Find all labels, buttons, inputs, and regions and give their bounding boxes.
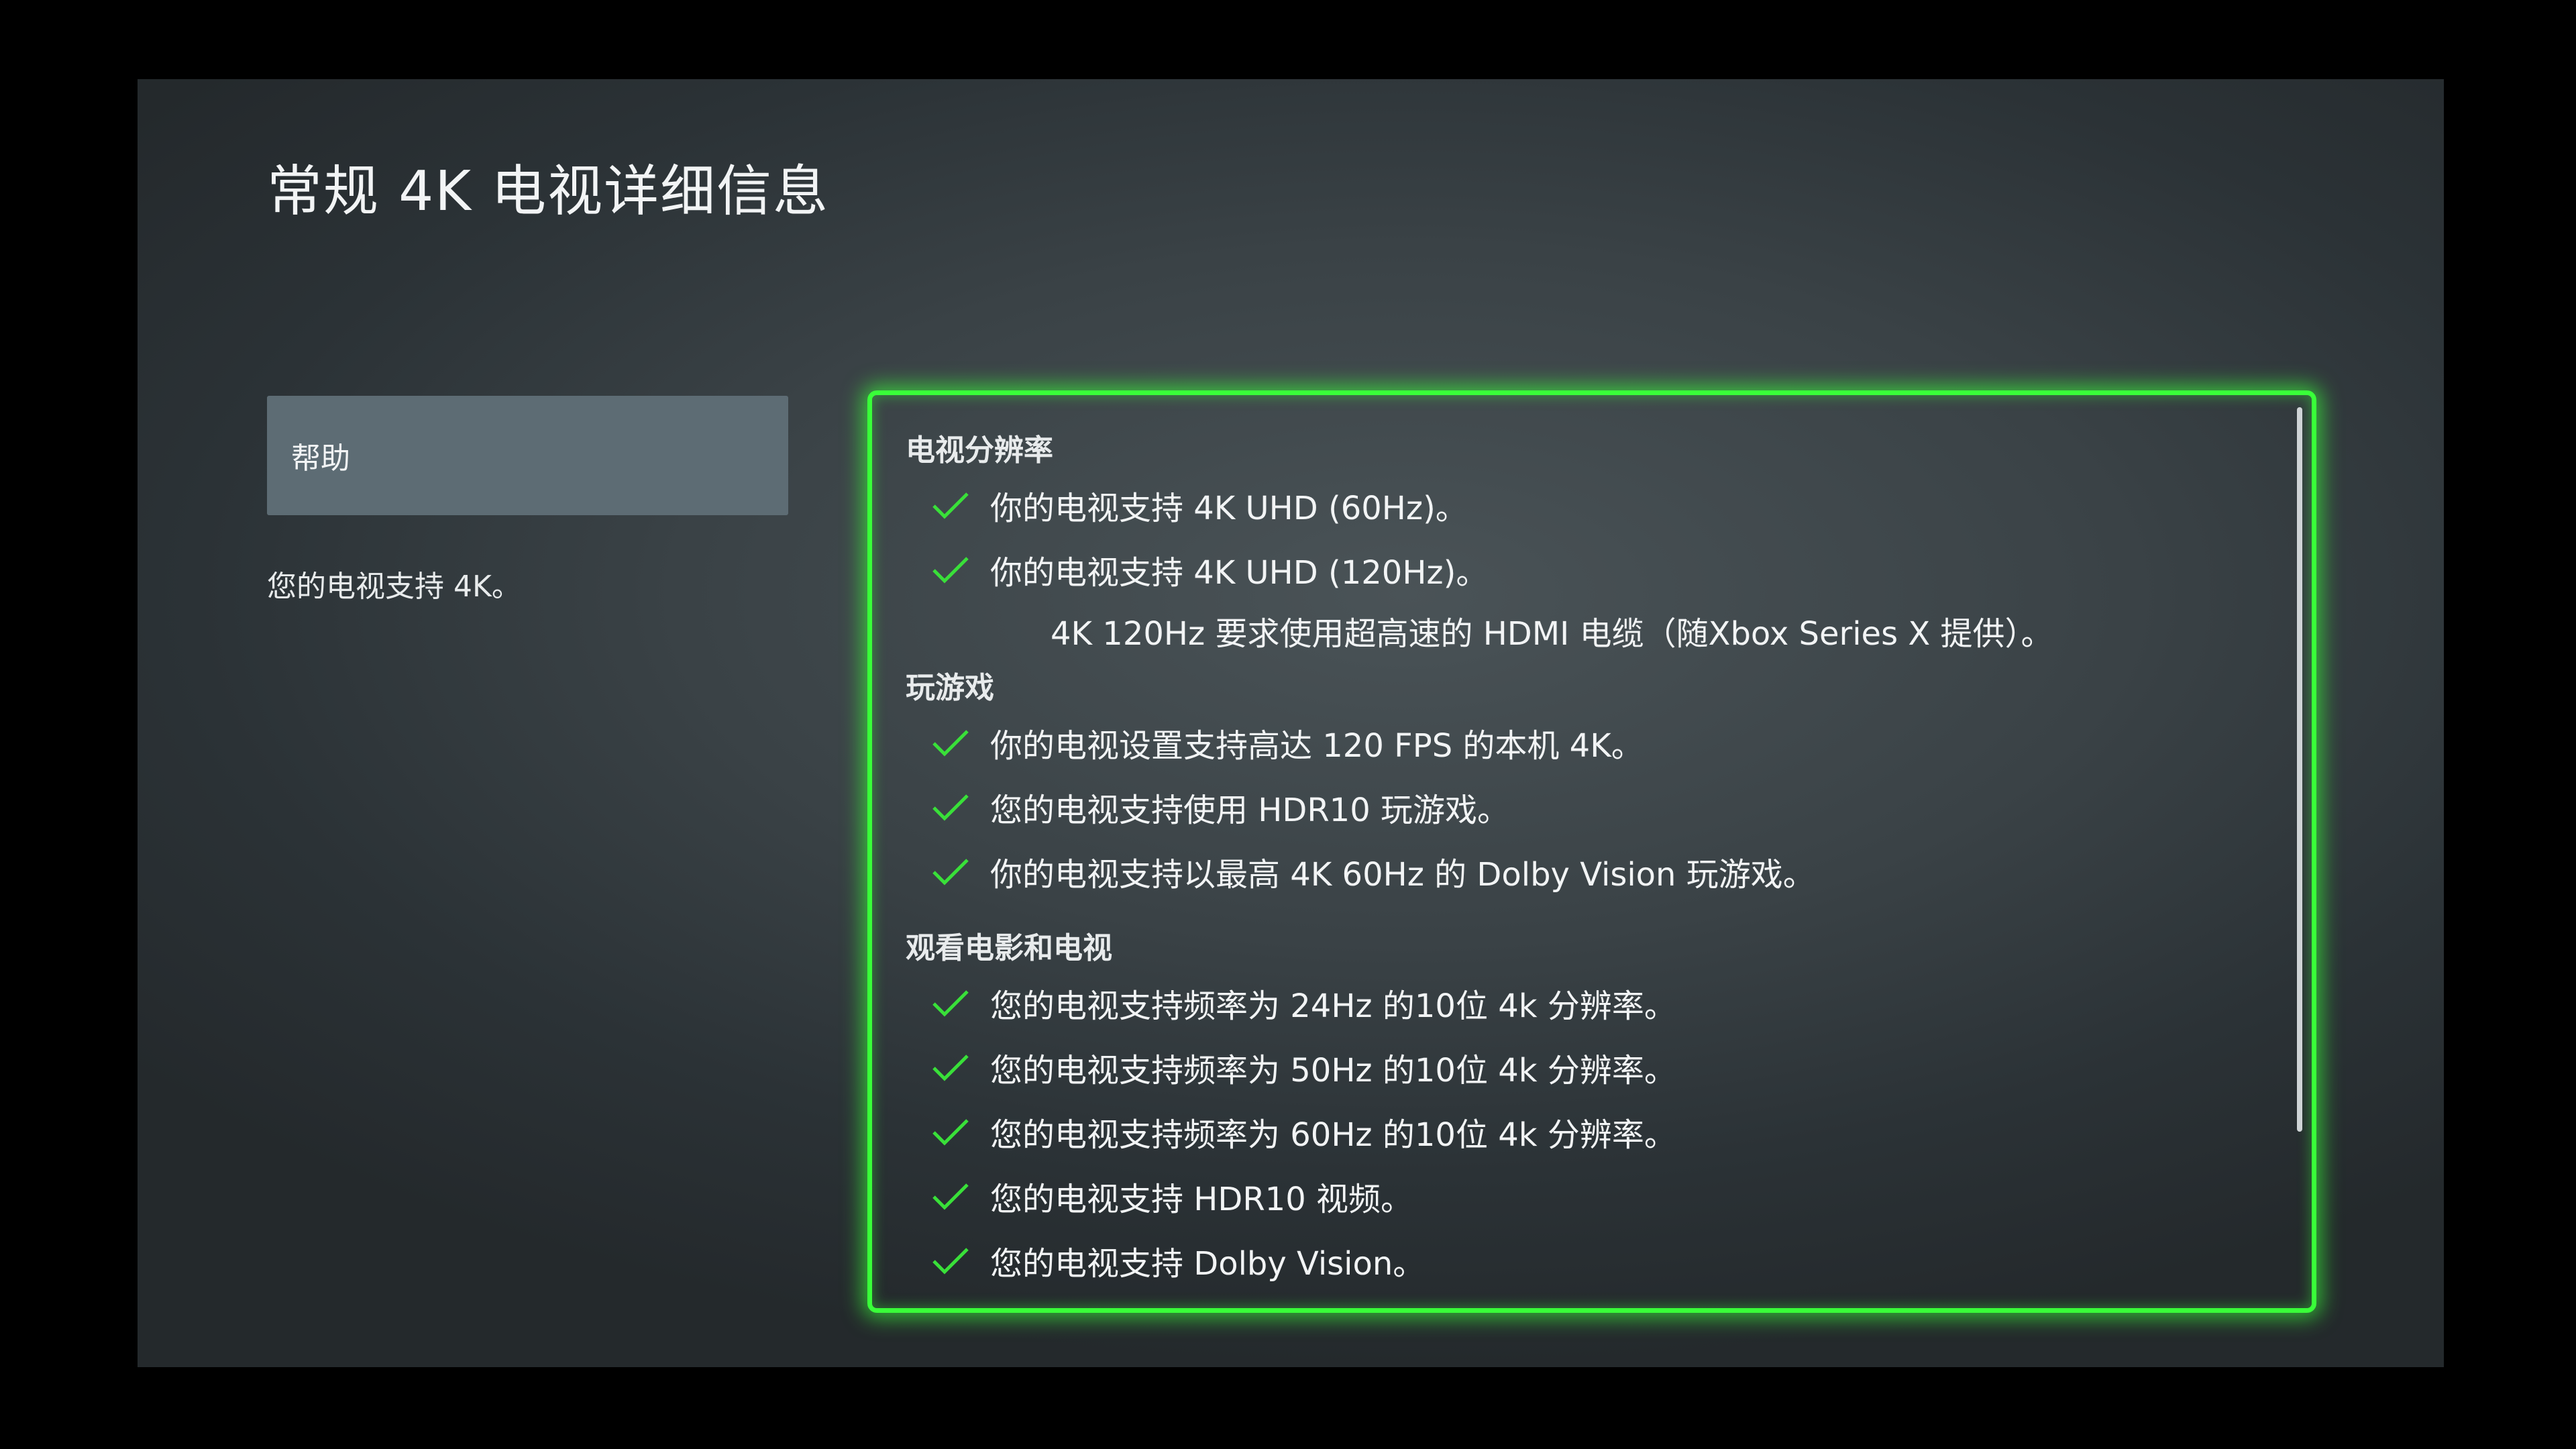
list-item-text: 您的电视支持频率为 24Hz 的10位 4k 分辨率。: [990, 987, 1676, 1025]
check-icon: [932, 730, 969, 757]
list-item: 您的电视支持频率为 60Hz 的10位 4k 分辨率。: [906, 1099, 2271, 1164]
help-button-label: 帮助: [291, 441, 350, 476]
page-title: 常规 4K 电视详细信息: [267, 160, 830, 223]
list-item-text: 您的电视支持频率为 60Hz 的10位 4k 分辨率。: [990, 1116, 1676, 1154]
help-button[interactable]: 帮助: [267, 396, 788, 515]
list-item: 你的电视设置支持高达 120 FPS 的本机 4K。: [906, 710, 2271, 775]
check-icon: [932, 1055, 969, 1081]
list-item-text: 你的电视设置支持高达 120 FPS 的本机 4K。: [990, 727, 1644, 765]
check-icon: [932, 1119, 969, 1146]
check-icon: [932, 1183, 969, 1210]
check-icon: [932, 794, 969, 821]
list-item-text: 您的电视支持频率为 50Hz 的10位 4k 分辨率。: [990, 1052, 1676, 1089]
list-item-text: 您的电视支持 Dolby Vision。: [990, 1245, 1426, 1283]
details-list: 电视分辨率 你的电视支持 4K UHD (60Hz)。 你的电视支持 4K UH…: [906, 429, 2271, 1293]
list-item: 您的电视支持频率为 50Hz 的10位 4k 分辨率。: [906, 1035, 2271, 1099]
check-icon: [932, 859, 969, 885]
list-item: 您的电视支持频率为 24Hz 的10位 4k 分辨率。: [906, 971, 2271, 1035]
check-icon: [932, 557, 969, 584]
list-item-text: 您的电视支持使用 HDR10 玩游戏。: [990, 792, 1510, 829]
check-icon: [932, 1248, 969, 1275]
section-title-gaming: 玩游戏: [906, 671, 994, 705]
list-item: 您的电视支持使用 HDR10 玩游戏。: [906, 775, 2271, 839]
list-item-text: 您的电视支持 HDR10 视频。: [990, 1181, 1413, 1218]
list-item: 你的电视支持 4K UHD (120Hz)。: [906, 537, 2271, 602]
list-item: 你的电视支持 4K UHD (60Hz)。: [906, 473, 2271, 537]
hdmi-cable-note: 4K 120Hz 要求使用超高速的 HDMI 电缆（随Xbox Series X…: [1051, 615, 2053, 653]
tv-support-summary: 您的电视支持 4K。: [267, 570, 521, 604]
list-item-text: 你的电视支持 4K UHD (120Hz)。: [990, 554, 1489, 592]
list-item: 您的电视支持 HDR10 视频。: [906, 1164, 2271, 1228]
check-icon: [932, 492, 969, 519]
section-title-tv-resolution: 电视分辨率: [906, 433, 1053, 468]
scrollbar[interactable]: [2297, 407, 2302, 1132]
list-item: 你的电视支持以最高 4K 60Hz 的 Dolby Vision 玩游戏。: [906, 839, 2271, 904]
list-item: 您的电视支持 Dolby Vision。: [906, 1228, 2271, 1293]
section-title-movies-tv: 观看电影和电视: [906, 931, 1112, 965]
check-icon: [932, 990, 969, 1017]
tv-screen: 常规 4K 电视详细信息 帮助 您的电视支持 4K。 电视分辨率 你的电视支持 …: [138, 79, 2444, 1367]
details-panel[interactable]: 电视分辨率 你的电视支持 4K UHD (60Hz)。 你的电视支持 4K UH…: [867, 390, 2316, 1313]
list-item-text: 你的电视支持以最高 4K 60Hz 的 Dolby Vision 玩游戏。: [990, 856, 1815, 894]
list-item-text: 你的电视支持 4K UHD (60Hz)。: [990, 490, 1468, 527]
